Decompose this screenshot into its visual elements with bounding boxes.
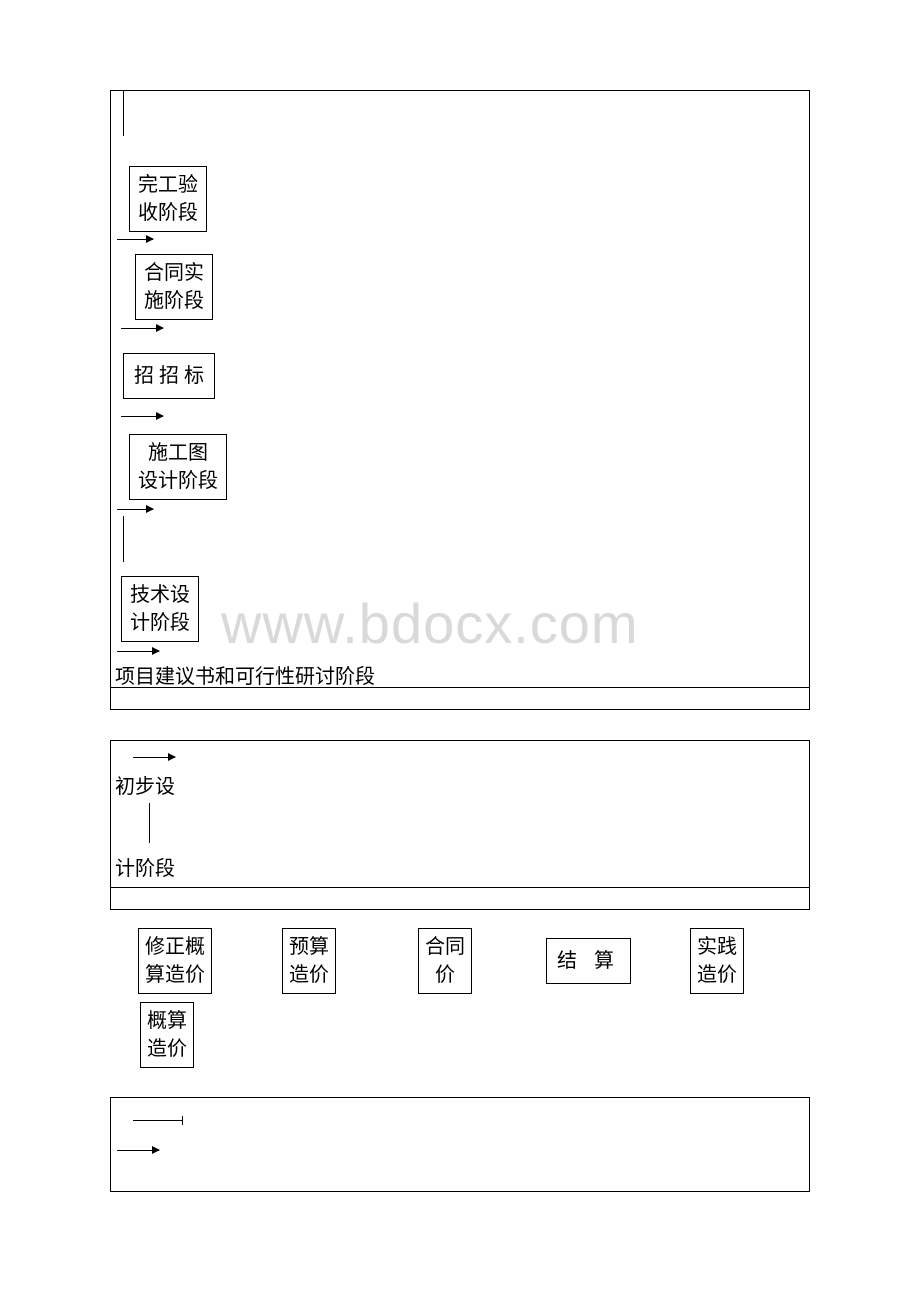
arrow-icon xyxy=(121,416,163,417)
cost-label: 价 xyxy=(435,964,455,986)
cost-revised-estimate: 修正概 算造价 xyxy=(138,928,212,994)
stage-construction-drawing-design: 施工图 设计阶段 xyxy=(129,434,227,500)
connector-vline xyxy=(123,516,124,562)
cost-label: 造价 xyxy=(147,1038,187,1060)
cost-label: 造价 xyxy=(289,964,329,986)
cost-label: 概算 xyxy=(147,1010,187,1032)
stage-label: 施工图 xyxy=(148,442,208,464)
inner-divider-row xyxy=(111,687,809,709)
cost-contract-price: 合同 价 xyxy=(418,928,472,994)
preliminary-design-label-line1: 初步设 xyxy=(115,773,175,801)
cost-row-1: 修正概 算造价 预算 造价 合同 价 结 算 实践 造价 xyxy=(110,928,810,998)
cost-label: 实践 xyxy=(697,936,737,958)
connector-hline xyxy=(133,1120,183,1121)
stage-label: 计阶段 xyxy=(130,612,190,634)
stage-label: 招 招 标 xyxy=(134,365,204,387)
arrow-icon xyxy=(117,239,153,240)
inner-divider-row xyxy=(111,887,809,909)
cost-settlement: 结 算 xyxy=(546,938,631,984)
cost-label: 修正概 xyxy=(145,936,205,958)
connector-vline xyxy=(149,803,150,843)
cost-row-2: 概算 造价 xyxy=(110,1002,810,1072)
arrow-icon xyxy=(121,328,163,329)
stage-label: 合同实 xyxy=(144,262,204,284)
stage-label: 设计阶段 xyxy=(138,470,218,492)
arrow-icon xyxy=(117,651,159,652)
stage-bidding: 招 招 标 xyxy=(123,353,215,399)
cost-actual: 实践 造价 xyxy=(690,928,744,994)
cost-label: 合同 xyxy=(425,936,465,958)
watermark-text: www.bdocx.com xyxy=(221,591,639,656)
arrow-icon xyxy=(117,509,153,510)
stage-label: 收阶段 xyxy=(138,202,198,224)
stage-label: 完工验 xyxy=(138,174,198,196)
diagram-box-lower xyxy=(110,1097,810,1192)
diagram-box-middle: 初步设 计阶段 xyxy=(110,740,810,910)
cost-label: 造价 xyxy=(697,964,737,986)
stage-label: 施阶段 xyxy=(144,290,204,312)
arrow-icon xyxy=(117,1150,159,1151)
connector-vline xyxy=(123,91,124,136)
stage-contract-implementation: 合同实 施阶段 xyxy=(135,254,213,320)
cost-estimate: 概算 造价 xyxy=(140,1002,194,1068)
stage-technical-design: 技术设 计阶段 xyxy=(121,576,199,642)
arrow-icon xyxy=(133,757,175,758)
cost-label: 预算 xyxy=(289,936,329,958)
cost-label: 算造价 xyxy=(145,964,205,986)
preliminary-design-label-line2: 计阶段 xyxy=(115,855,175,883)
cost-label: 结 算 xyxy=(557,950,620,972)
stage-completion-acceptance: 完工验 收阶段 xyxy=(129,166,207,232)
diagram-box-upper: 完工验 收阶段 合同实 施阶段 招 招 标 施工图 设计阶段 技术设 计阶段 w… xyxy=(110,90,810,710)
cost-budget: 预算 造价 xyxy=(282,928,336,994)
stage-label: 技术设 xyxy=(130,584,190,606)
